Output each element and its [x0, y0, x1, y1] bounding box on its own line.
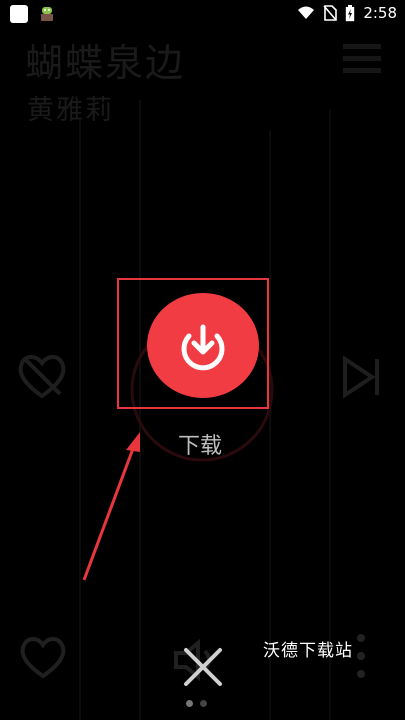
page-dot [186, 700, 193, 707]
download-icon [181, 324, 225, 370]
download-label: 下载 [178, 434, 223, 459]
close-button[interactable] [180, 644, 226, 690]
menu-icon[interactable] [343, 42, 381, 76]
more-icon[interactable] [355, 630, 367, 682]
dislike-icon[interactable] [16, 352, 68, 400]
watermark: 沃德下载站 [263, 641, 353, 661]
next-icon[interactable] [342, 356, 382, 398]
page-dot [200, 700, 207, 707]
song-title: 蝴蝶泉边 [25, 41, 186, 85]
artist-name: 黄雅莉 [27, 95, 114, 126]
download-button[interactable] [147, 293, 259, 398]
page-indicator [186, 700, 207, 707]
heart-icon[interactable] [18, 634, 68, 680]
